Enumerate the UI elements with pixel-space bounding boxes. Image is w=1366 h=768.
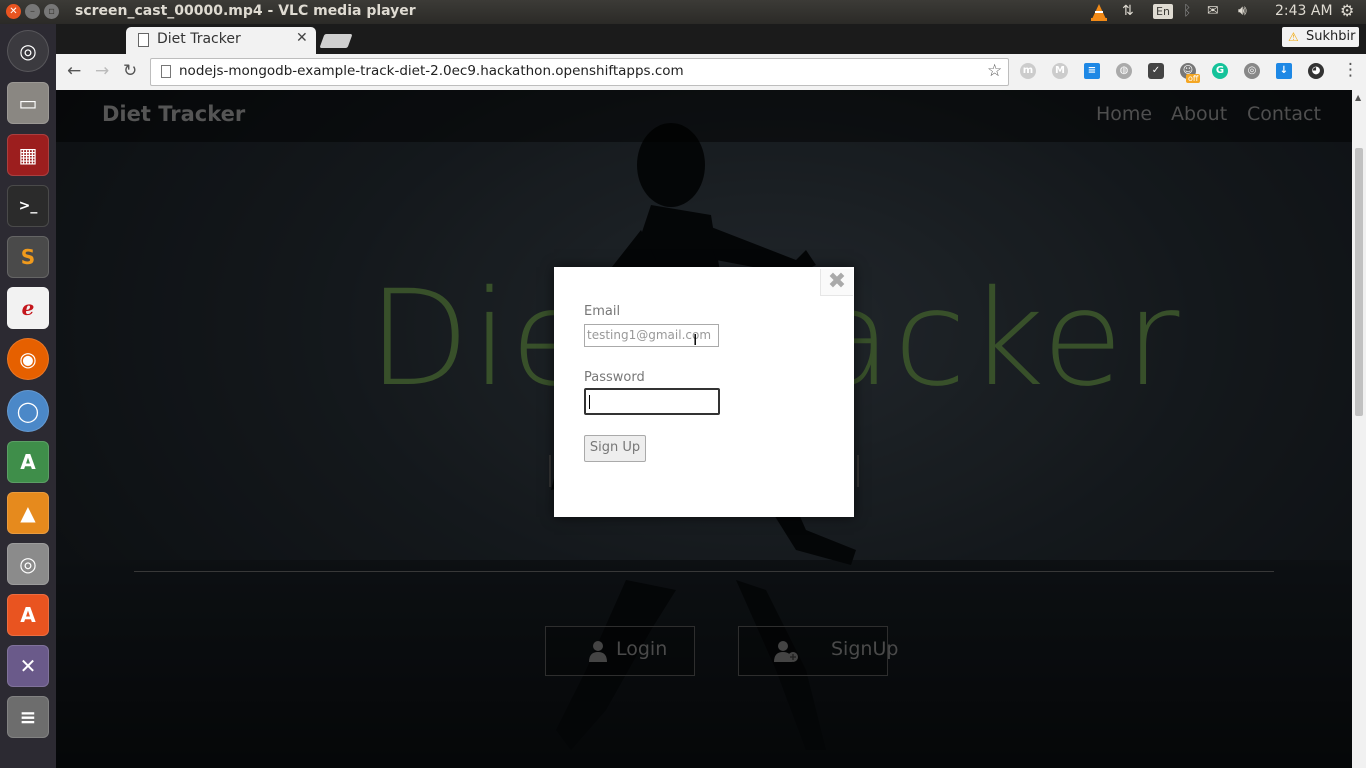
network-updown-icon[interactable]: ⇅ <box>1122 3 1134 19</box>
page-scrollbar[interactable]: ▲ <box>1352 90 1366 768</box>
forward-arrow-icon[interactable]: → <box>95 61 109 81</box>
url-text[interactable]: nodejs-mongodb-example-track-diet-2.0ec9… <box>179 63 684 79</box>
tab-diet-tracker[interactable]: Diet Tracker ✕ <box>126 27 316 54</box>
scroll-up-arrow-icon[interactable]: ▲ <box>1355 93 1361 102</box>
password-field[interactable] <box>584 388 720 415</box>
chromium-icon[interactable]: ◯ <box>7 390 49 432</box>
firefox-icon[interactable]: ◉ <box>7 338 49 380</box>
globe-icon[interactable]: ◍ <box>1116 63 1132 79</box>
system-top-panel: ✕ – ▫ screen_cast_00000.mp4 - VLC media … <box>0 0 1366 24</box>
mail-icon[interactable]: ✉ <box>1207 3 1219 19</box>
tab-close-icon[interactable]: ✕ <box>296 30 308 46</box>
settings-icon[interactable]: ✕ <box>7 645 49 687</box>
nav-home-link[interactable]: Home <box>1096 103 1152 125</box>
workspace-switcher-icon[interactable]: ≡ <box>7 696 49 738</box>
volume-icon[interactable]: 🔊︎ <box>1238 3 1247 19</box>
user-icon <box>589 641 607 662</box>
window-minimize-button[interactable]: – <box>25 4 40 19</box>
close-icon[interactable]: ✖ <box>820 269 853 296</box>
back-arrow-icon[interactable]: ← <box>67 61 81 81</box>
window-maximize-button[interactable]: ▫ <box>44 4 59 19</box>
sublime-text-icon[interactable]: S <box>7 236 49 278</box>
signup-modal: ✖ Email testing1@gmail.com Ι Password Si… <box>554 267 854 517</box>
reload-icon[interactable]: ↻ <box>123 61 137 81</box>
address-bar[interactable]: nodejs-mongodb-example-track-diet-2.0ec9… <box>150 58 1009 86</box>
keyboard-language-indicator[interactable]: En <box>1153 4 1173 19</box>
profile-button[interactable]: ⚠ Sukhbir <box>1282 27 1359 47</box>
tampermonkey-icon[interactable]: ◎ <box>1244 63 1260 79</box>
system-gear-icon[interactable]: ⚙ <box>1340 1 1354 20</box>
login-label: Login <box>616 638 668 660</box>
browser-tab-strip: Diet Tracker ✕ ⚠ Sukhbir <box>56 24 1366 54</box>
android-studio-icon[interactable]: A <box>7 441 49 483</box>
scrollbar-thumb[interactable] <box>1355 148 1363 416</box>
page-viewport: Diet Tracker Home About Contact Diet Tra… <box>56 90 1352 768</box>
nav-contact-link[interactable]: Contact <box>1247 103 1321 125</box>
pocket-icon[interactable]: ✓ <box>1148 63 1164 79</box>
add-user-icon <box>774 641 798 662</box>
window-title: screen_cast_00000.mp4 - VLC media player <box>75 3 416 19</box>
text-caret <box>589 395 590 409</box>
password-label: Password <box>584 370 645 385</box>
github-icon[interactable]: ◕ <box>1308 63 1324 79</box>
remmina-icon[interactable]: ▦ <box>7 134 49 176</box>
download-icon[interactable]: ↓ <box>1276 63 1292 79</box>
bluetooth-icon[interactable]: ᛒ <box>1183 3 1191 19</box>
email-field[interactable]: testing1@gmail.com <box>584 324 719 347</box>
unity-launcher: ◎ ▭ ▦ >_ S ℯ ◉ ◯ A ▲ ◎ A ✕ ≡ <box>0 24 56 768</box>
browser-toolbar: ← → ↻ nodejs-mongodb-example-track-diet-… <box>56 54 1366 91</box>
warning-icon: ⚠ <box>1288 30 1299 44</box>
text-cursor-icon: Ι <box>693 331 698 349</box>
ubuntu-dash-icon[interactable]: ◎ <box>7 30 49 72</box>
login-button[interactable]: Login <box>545 626 695 676</box>
chrome-menu-icon[interactable]: ⋮ <box>1342 60 1359 80</box>
signup-button[interactable]: SignUp <box>738 626 898 676</box>
list-icon[interactable]: ≡ <box>1084 63 1100 79</box>
rhythmbox-icon[interactable]: ◎ <box>7 543 49 585</box>
site-brand[interactable]: Diet Tracker <box>102 102 245 126</box>
nav-about-link[interactable]: About <box>1171 103 1227 125</box>
grammarly-icon[interactable]: G <box>1212 63 1228 79</box>
tab-label: Diet Tracker <box>157 31 241 47</box>
signup-label: SignUp <box>831 638 899 660</box>
new-tab-button[interactable] <box>319 34 353 48</box>
bookmark-star-icon[interactable]: ☆ <box>987 61 1002 81</box>
extension-badge: off <box>1186 74 1201 83</box>
vlc-tray-icon[interactable] <box>1089 3 1109 21</box>
profile-name: Sukhbir <box>1306 29 1356 44</box>
clock[interactable]: 2:43 AM <box>1275 3 1333 19</box>
software-center-icon[interactable]: A <box>7 594 49 636</box>
divider <box>134 571 1274 572</box>
sign-up-submit-button[interactable]: Sign Up <box>584 435 646 462</box>
page-icon <box>138 33 149 47</box>
mercury-m-icon[interactable]: M <box>1052 63 1068 79</box>
files-icon[interactable]: ▭ <box>7 82 49 124</box>
mercury-icon[interactable]: m <box>1020 63 1036 79</box>
vlc-icon[interactable]: ▲ <box>7 492 49 534</box>
evince-icon[interactable]: ℯ <box>7 287 49 329</box>
terminal-icon[interactable]: >_ <box>7 185 49 227</box>
site-navbar: Diet Tracker Home About Contact <box>56 90 1352 142</box>
page-info-icon[interactable] <box>161 65 171 78</box>
email-label: Email <box>584 304 621 319</box>
window-close-button[interactable]: ✕ <box>6 4 21 19</box>
